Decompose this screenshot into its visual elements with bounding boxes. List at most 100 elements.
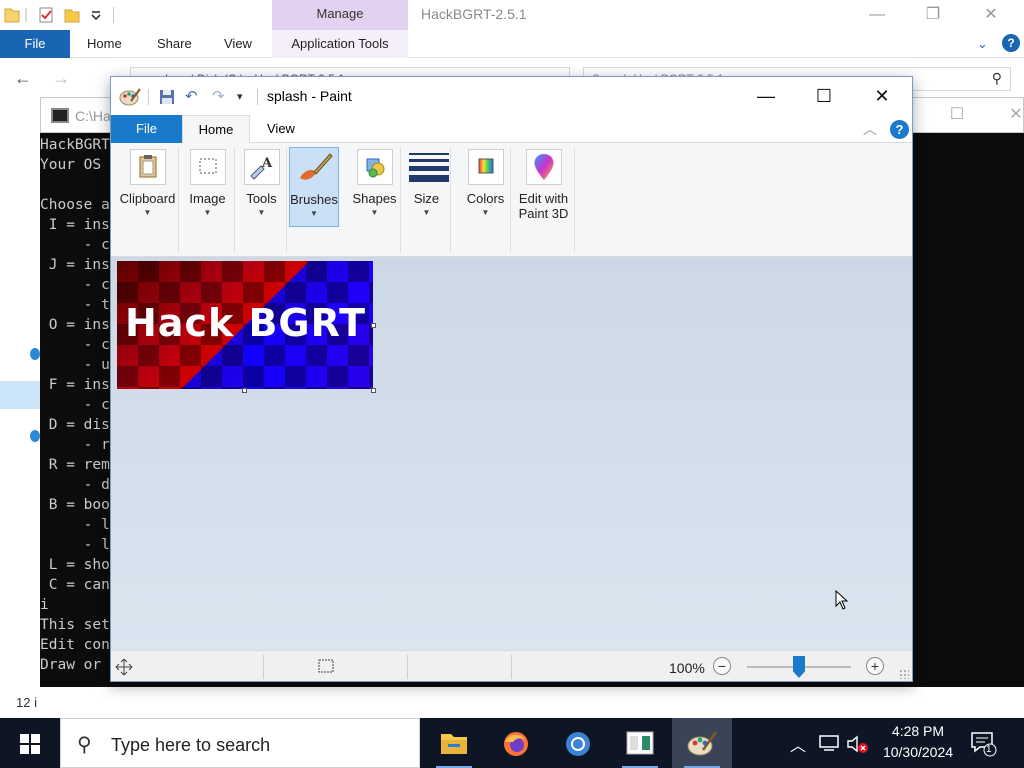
paint-tab-view[interactable]: View xyxy=(267,115,295,143)
file-explorer-icon xyxy=(441,734,467,754)
paint-titlebar: ↶ ↷ ▾ splash - Paint — ☐ ✕ xyxy=(111,77,912,115)
ribbon-colors[interactable]: Colors ▼ xyxy=(461,147,511,253)
console-maximize-button[interactable]: ☐ xyxy=(942,104,972,126)
zoom-slider-thumb[interactable] xyxy=(793,656,805,678)
resize-handle-bottom[interactable] xyxy=(242,388,247,393)
properties-icon[interactable] xyxy=(38,6,54,24)
taskbar: ⚲ Type here to search ︿ 4:28 PM 10/30/20… xyxy=(0,718,1024,768)
chevron-down-icon[interactable] xyxy=(88,6,104,24)
brush-icon xyxy=(296,150,333,186)
tab-home[interactable]: Home xyxy=(87,30,122,58)
console-close-button[interactable]: ✕ xyxy=(1001,104,1024,126)
chevron-down-icon: ▼ xyxy=(310,209,318,218)
resize-handle-right[interactable] xyxy=(371,323,376,328)
explorer-ribbon-tabs: File Home Share View Application Tools ⌄… xyxy=(0,30,1024,58)
new-folder-icon[interactable] xyxy=(64,6,80,24)
zoom-out-button[interactable]: − xyxy=(713,657,731,675)
paint-tab-home[interactable]: Home xyxy=(182,115,250,144)
paint-app-icon[interactable] xyxy=(119,87,141,107)
resize-grip-icon[interactable] xyxy=(899,669,909,679)
chevron-down-icon: ▼ xyxy=(203,208,212,217)
action-center-icon[interactable] xyxy=(970,731,998,757)
paint-maximize-button[interactable]: ☐ xyxy=(801,83,847,109)
taskbar-file-explorer[interactable] xyxy=(424,718,484,768)
ribbon-clipboard[interactable]: Clipboard ▼ xyxy=(117,147,179,253)
taskbar-chrome[interactable] xyxy=(548,718,608,768)
onedrive-icon[interactable] xyxy=(30,348,40,360)
search-icon: ⚲ xyxy=(991,70,1002,86)
notification-count: 1 xyxy=(986,744,992,755)
zoom-level: 100% xyxy=(669,660,705,676)
nav-selected-item[interactable] xyxy=(0,381,40,409)
restore-button[interactable]: ❐ xyxy=(918,4,948,26)
paint-help-icon[interactable]: ? xyxy=(890,120,909,139)
explorer-title: HackBGRT-2.5.1 xyxy=(421,6,527,22)
firefox-icon xyxy=(504,732,528,756)
zoom-in-button[interactable]: + xyxy=(866,657,884,675)
undo-icon[interactable]: ↶ xyxy=(185,87,198,105)
forward-arrow-icon[interactable]: → xyxy=(52,68,70,89)
paint-close-button[interactable]: ✕ xyxy=(859,83,905,109)
paint-ribbon: Clipboard ▼ Image ▼ A Tools ▼ Brushes ▼ … xyxy=(111,143,912,257)
position-move-icon xyxy=(115,658,133,676)
clock-time[interactable]: 4:28 PM xyxy=(878,723,958,739)
ribbon-brushes[interactable]: Brushes ▼ xyxy=(289,147,339,227)
quick-access-toolbar: ↶ ↷ ▾ xyxy=(119,87,259,107)
explorer-status-text: 12 i xyxy=(16,695,37,710)
clock-date[interactable]: 10/30/2024 xyxy=(872,744,964,760)
network-tray-icon[interactable] xyxy=(818,734,840,752)
explorer-titlebar: Manage HackBGRT-2.5.1 — ❐ ✕ xyxy=(0,0,1024,30)
statusbar-divider xyxy=(511,655,512,679)
manage-context-tab[interactable]: Manage xyxy=(272,0,408,30)
paint-statusbar: 100% − + xyxy=(111,650,912,681)
resize-handle-corner[interactable] xyxy=(371,388,376,393)
paint-minimize-button[interactable]: — xyxy=(743,83,789,109)
ribbon-paint3d[interactable]: Edit with Paint 3D xyxy=(513,147,575,253)
save-icon[interactable] xyxy=(159,89,175,105)
back-arrow-icon[interactable]: ← xyxy=(14,68,32,89)
help-icon[interactable]: ? xyxy=(1002,34,1020,52)
canvas-image[interactable]: Hack BGRT xyxy=(117,261,373,389)
mouse-cursor-icon xyxy=(835,590,849,610)
taskbar-paint[interactable] xyxy=(672,718,732,768)
ribbon-shapes[interactable]: Shapes ▼ xyxy=(349,147,401,253)
tab-share[interactable]: Share xyxy=(157,30,192,58)
ribbon-collapse-icon[interactable]: ︿ xyxy=(863,119,877,139)
canvas-area[interactable]: Hack BGRT xyxy=(111,257,912,650)
paint3d-icon xyxy=(525,149,562,185)
selection-size-icon xyxy=(318,659,334,673)
network-icon[interactable] xyxy=(30,430,40,442)
size-icon xyxy=(408,149,449,185)
ribbon-label-clipboard: Clipboard xyxy=(119,191,176,206)
close-button[interactable]: ✕ xyxy=(976,4,1006,26)
taskbar-search-box[interactable]: ⚲ Type here to search xyxy=(60,718,420,768)
tools-icon: A xyxy=(243,149,280,185)
ribbon-label-image: Image xyxy=(189,191,226,206)
chevron-down-icon: ▼ xyxy=(481,208,490,217)
ribbon-label-paint3d: Edit with Paint 3D xyxy=(518,191,569,221)
taskbar-console[interactable] xyxy=(610,718,670,768)
start-button[interactable] xyxy=(0,718,60,768)
search-icon: ⚲ xyxy=(77,734,92,756)
ribbon-label-colors: Colors xyxy=(466,191,505,206)
paint-window: ↶ ↷ ▾ splash - Paint — ☐ ✕ File Home Vie… xyxy=(110,76,913,682)
chevron-down-icon: ▼ xyxy=(370,208,379,217)
volume-muted-icon[interactable] xyxy=(846,734,870,754)
ribbon-tools[interactable]: A Tools ▼ xyxy=(237,147,287,253)
ribbon-size[interactable]: Size ▼ xyxy=(403,147,451,253)
tab-application-tools[interactable]: Application Tools xyxy=(272,30,408,58)
ribbon-label-size: Size xyxy=(413,191,440,206)
image-text: Hack BGRT xyxy=(125,301,367,345)
tab-view[interactable]: View xyxy=(224,30,252,58)
console-title: C:\Ha xyxy=(75,108,111,124)
minimize-button[interactable]: — xyxy=(862,4,892,26)
show-hidden-icons-chevron-icon[interactable]: ︿ xyxy=(790,732,806,756)
redo-icon[interactable]: ↷ xyxy=(212,87,225,105)
ribbon-expand-icon[interactable]: ⌄ xyxy=(977,30,988,58)
tab-file[interactable]: File xyxy=(0,30,70,58)
paint-tab-file[interactable]: File xyxy=(111,115,182,143)
ribbon-image[interactable]: Image ▼ xyxy=(181,147,235,253)
taskbar-firefox[interactable] xyxy=(486,718,546,768)
folder-icon[interactable] xyxy=(4,6,20,24)
customize-qa-chevron-icon[interactable]: ▾ xyxy=(237,90,243,103)
